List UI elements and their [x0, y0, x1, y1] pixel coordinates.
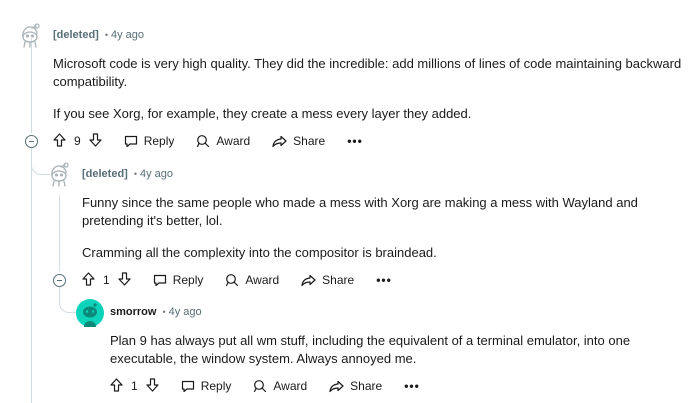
award-icon: [254, 380, 267, 393]
award-icon: [226, 274, 239, 287]
award-icon: [197, 135, 210, 148]
upvote-icon[interactable]: [53, 132, 66, 150]
upvote-icon[interactable]: [110, 377, 123, 395]
reply-icon: [153, 274, 166, 286]
downvote-icon[interactable]: [118, 271, 131, 289]
reply-button[interactable]: Reply: [181, 379, 232, 393]
thread-elbow-level-3: [59, 286, 76, 313]
deleted-avatar-icon[interactable]: [47, 161, 73, 187]
separator-dot: •: [104, 30, 108, 40]
comment-paragraph: Microsoft code is very high quality. The…: [53, 56, 682, 89]
share-button[interactable]: Share: [329, 379, 382, 393]
share-button[interactable]: Share: [301, 273, 354, 287]
reply-label: Reply: [200, 379, 232, 393]
award-label: Award: [245, 273, 280, 287]
share-icon: [272, 135, 287, 147]
deleted-avatar-icon[interactable]: [18, 22, 44, 48]
comment-body: Funny since the same people who made a m…: [82, 194, 682, 262]
snoo-avatar-icon[interactable]: [76, 299, 104, 327]
share-icon: [329, 380, 344, 392]
comment-actions: 1 Reply Award Share •••: [82, 270, 414, 290]
reply-icon: [124, 135, 137, 147]
vote-group: 1: [82, 271, 131, 289]
award-button[interactable]: Award: [225, 273, 279, 287]
share-icon: [301, 274, 316, 286]
comment-meta: [deleted] • 4y ago: [82, 167, 173, 181]
reply-button[interactable]: Reply: [153, 273, 204, 287]
comment-author[interactable]: [deleted]: [53, 29, 99, 41]
comment-timestamp[interactable]: 4y ago: [169, 306, 202, 318]
comment-paragraph: If you see Xorg, for example, they creat…: [53, 106, 472, 121]
separator-dot: •: [133, 169, 137, 179]
award-label: Award: [216, 134, 251, 148]
thread-line-level-1-lower[interactable]: [31, 148, 32, 403]
vote-count: 9: [74, 134, 81, 148]
more-options-button[interactable]: •••: [376, 273, 392, 287]
share-label: Share: [322, 273, 355, 287]
thread-line-level-2[interactable]: [59, 195, 60, 271]
comment-author[interactable]: [deleted]: [82, 168, 128, 180]
comment-actions: 1 Reply Award Share •••: [110, 376, 442, 396]
reply-label: Reply: [172, 273, 204, 287]
thread-line-level-1[interactable]: [31, 38, 32, 133]
collapse-icon[interactable]: [25, 135, 38, 148]
comment-paragraph: Funny since the same people who made a m…: [82, 195, 638, 228]
award-button[interactable]: Award: [196, 134, 250, 148]
comment-timestamp[interactable]: 4y ago: [111, 29, 144, 41]
comment-body: Microsoft code is very high quality. The…: [53, 55, 683, 123]
downvote-icon[interactable]: [89, 132, 102, 150]
comment-meta: [deleted] • 4y ago: [53, 28, 144, 42]
comment-body: Plan 9 has always put all wm stuff, incl…: [110, 332, 685, 368]
vote-count: 1: [131, 379, 138, 393]
separator-dot: •: [162, 307, 166, 317]
more-options-button[interactable]: •••: [347, 134, 363, 148]
reply-button[interactable]: Reply: [124, 134, 175, 148]
comment-timestamp[interactable]: 4y ago: [140, 168, 173, 180]
comment-paragraph: Plan 9 has always put all wm stuff, incl…: [110, 333, 631, 366]
share-button[interactable]: Share: [272, 134, 325, 148]
collapse-icon[interactable]: [53, 274, 66, 287]
comment-meta: smorrow • 4y ago: [110, 305, 202, 319]
award-label: Award: [273, 379, 308, 393]
vote-group: 9: [53, 132, 102, 150]
share-label: Share: [350, 379, 383, 393]
downvote-icon[interactable]: [146, 377, 159, 395]
reply-label: Reply: [143, 134, 175, 148]
more-options-button[interactable]: •••: [404, 379, 420, 393]
share-label: Share: [293, 134, 326, 148]
comment-actions: 9 Reply Award Share •••: [53, 131, 385, 151]
comment-paragraph: Cramming all the complexity into the com…: [82, 245, 437, 260]
award-button[interactable]: Award: [253, 379, 307, 393]
vote-count: 1: [103, 273, 110, 287]
reply-icon: [181, 380, 194, 392]
vote-group: 1: [110, 377, 159, 395]
upvote-icon[interactable]: [82, 271, 95, 289]
comment-author[interactable]: smorrow: [110, 306, 156, 318]
